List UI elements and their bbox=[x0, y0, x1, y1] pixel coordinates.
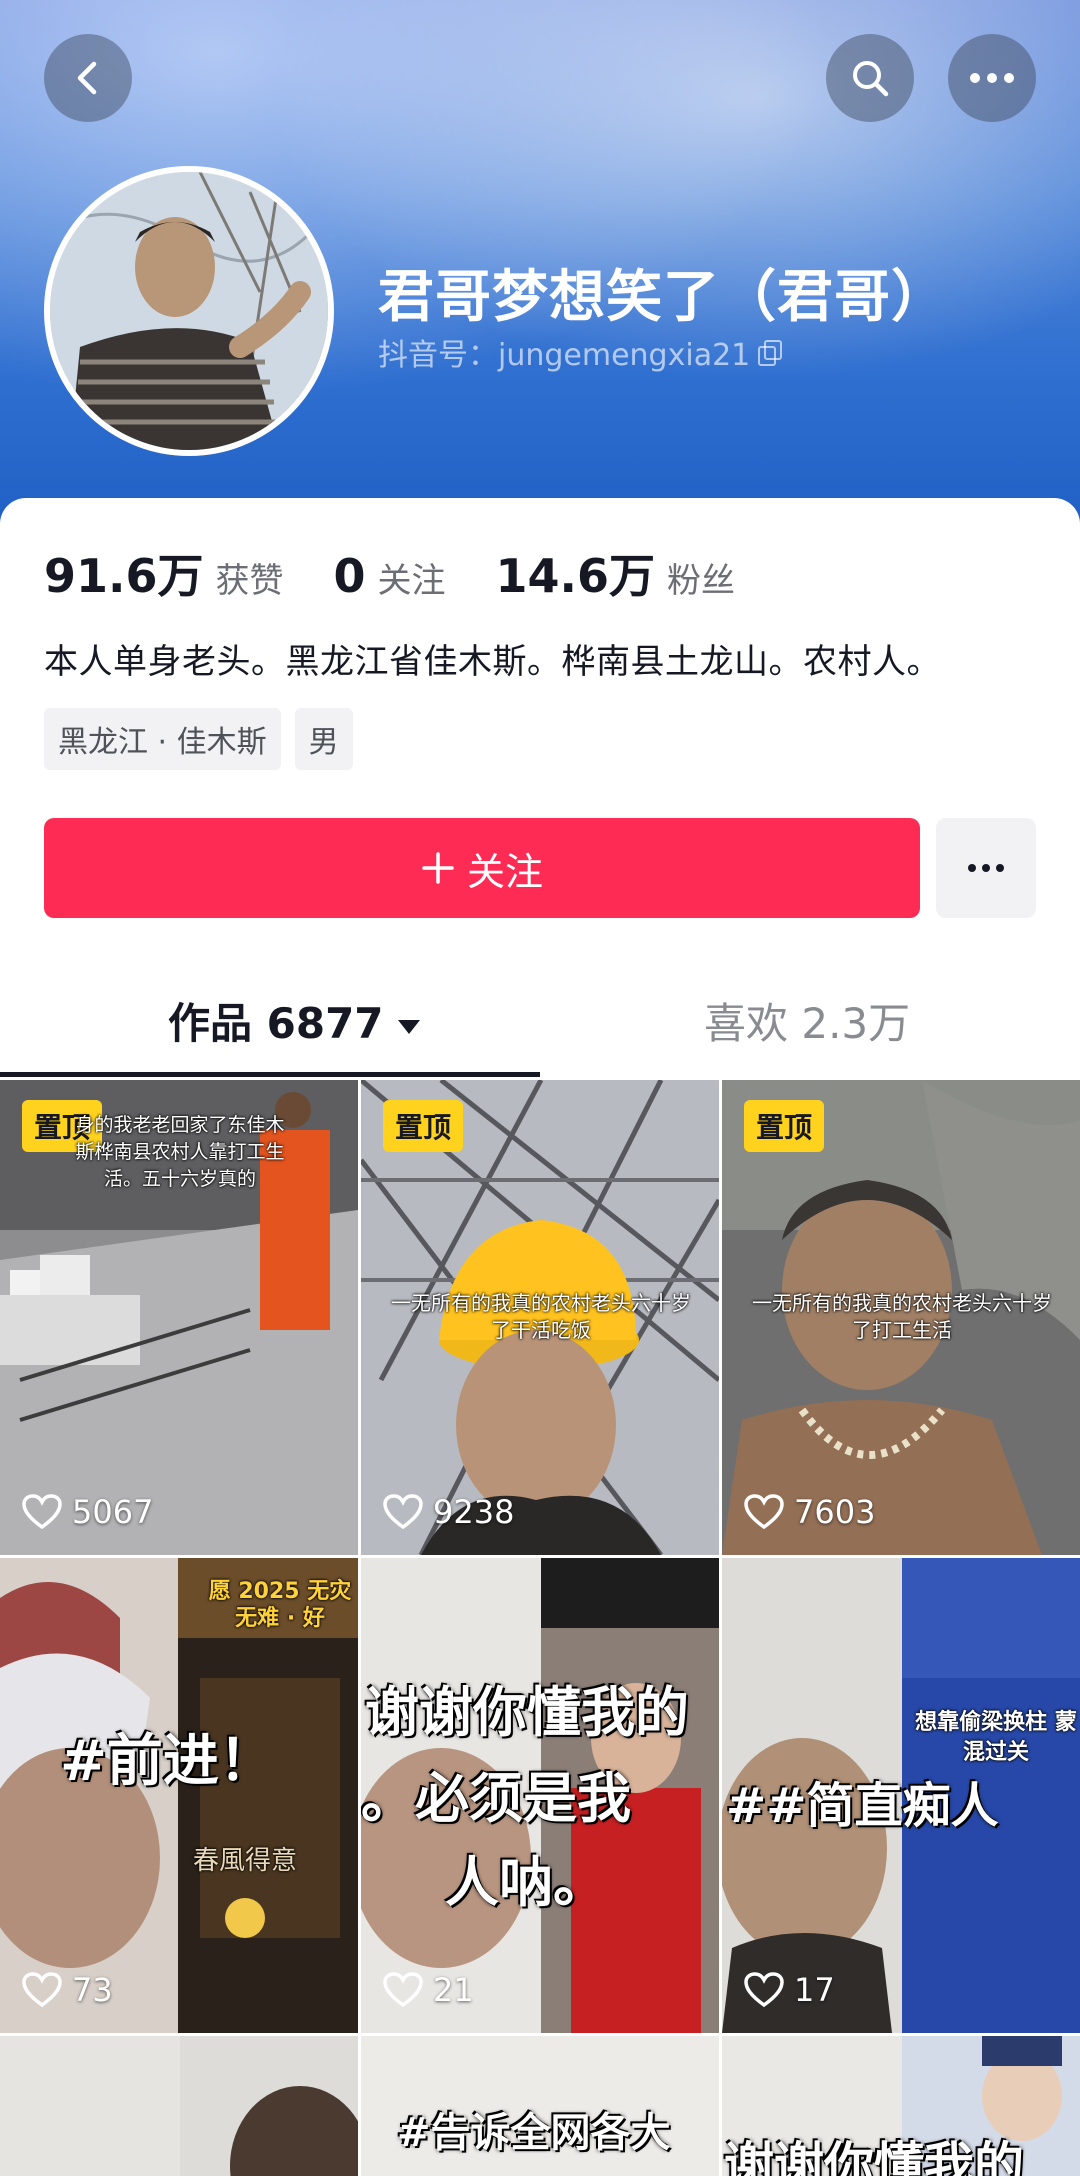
chevron-left-icon bbox=[77, 61, 97, 95]
heart-outline-icon bbox=[383, 1972, 423, 2008]
video-caption: 身的我老老回家了东佳木斯桦南县农村人靠打工生活。五十六岁真的 bbox=[75, 1114, 285, 1190]
video-caption-small: 春風得意 bbox=[192, 1846, 297, 1876]
douyin-id-text: 抖音号：jungemengxia21 bbox=[378, 338, 751, 373]
like-count: 7603 bbox=[744, 1493, 875, 1531]
ellipsis-icon bbox=[968, 864, 1004, 872]
ellipsis-icon bbox=[970, 73, 1014, 83]
stats-row: 91.6万 获赞 0 关注 14.6万 粉丝 bbox=[44, 540, 785, 606]
video-banner-text: 想靠偷梁换柱 蒙混过关 bbox=[915, 1710, 1077, 1765]
video-caption: 谢谢你懂我的 bbox=[365, 1681, 689, 1744]
following-count[interactable]: 0 bbox=[334, 549, 366, 603]
video-tile[interactable] bbox=[0, 2036, 358, 2176]
heart-outline-icon bbox=[383, 1494, 423, 1530]
like-count-value: 21 bbox=[433, 1971, 474, 2009]
like-count: 73 bbox=[22, 1971, 113, 2009]
heart-outline-icon bbox=[22, 1972, 62, 2008]
followers-label: 粉丝 bbox=[667, 561, 736, 601]
video-caption: 一无所有的我真的农村老头六十岁了打工生活 bbox=[752, 1291, 1052, 1342]
more-options-button[interactable] bbox=[948, 34, 1036, 122]
video-caption: #前进！ bbox=[60, 1729, 275, 1794]
avatar[interactable] bbox=[44, 166, 334, 456]
like-count: 21 bbox=[383, 1971, 474, 2009]
video-tile[interactable]: 置顶 一无所有的我真的农村老头六十岁了打工生活 7603 bbox=[722, 1080, 1080, 1555]
back-button[interactable] bbox=[44, 34, 132, 122]
copy-icon[interactable] bbox=[756, 340, 783, 366]
follow-button-label: 关注 bbox=[466, 849, 543, 894]
video-caption: #告诉全网各大 bbox=[397, 2110, 671, 2156]
plus-icon bbox=[422, 852, 454, 884]
following-label: 关注 bbox=[377, 561, 446, 601]
video-tile[interactable]: #告诉全网各大 bbox=[361, 2036, 719, 2176]
like-count-value: 7603 bbox=[794, 1493, 876, 1531]
like-count-value: 17 bbox=[794, 1971, 835, 2009]
heart-outline-icon bbox=[22, 1494, 62, 1530]
profile-header-banner: 君哥梦想笑了（君哥） 抖音号：jungemengxia21 bbox=[0, 0, 1080, 540]
like-count-value: 5067 bbox=[72, 1493, 154, 1531]
video-caption-line3: 人呐。 bbox=[445, 1851, 607, 1914]
video-banner-text: 愿 2025 无灾无难 · 好 bbox=[208, 1579, 352, 1631]
search-button[interactable] bbox=[826, 34, 914, 122]
video-tile[interactable]: 谢谢你懂我的 bbox=[722, 2036, 1080, 2176]
likes-received-count[interactable]: 91.6万 bbox=[44, 540, 204, 606]
content-tabs: 作品 6877 喜欢 2.3万 bbox=[0, 960, 1080, 1078]
tab-active-indicator bbox=[0, 1072, 540, 1077]
caret-down-icon bbox=[397, 1019, 420, 1034]
like-count: 9238 bbox=[383, 1493, 514, 1531]
video-caption: 谢谢你懂我的 bbox=[724, 2137, 1024, 2176]
video-grid: 置顶 身的我老老回家了东佳木斯桦南县农村人靠打工生活。五十六岁真的 5067 置… bbox=[0, 1080, 1080, 2176]
video-caption-line2: 。必须是我 bbox=[361, 1767, 631, 1830]
video-thumbnail bbox=[0, 2036, 358, 2176]
like-count-value: 9238 bbox=[433, 1493, 515, 1531]
video-tile[interactable]: 置顶 身的我老老回家了东佳木斯桦南县农村人靠打工生活。五十六岁真的 5067 bbox=[0, 1080, 358, 1555]
pinned-badge: 置顶 bbox=[744, 1100, 825, 1152]
tab-works-label: 作品 6877 bbox=[168, 999, 384, 1048]
video-tile[interactable]: 谢谢你懂我的 。必须是我 人呐。 21 bbox=[361, 1558, 719, 2033]
avatar-photo bbox=[50, 172, 328, 450]
pinned-badge: 置顶 bbox=[383, 1100, 464, 1152]
like-count: 5067 bbox=[22, 1493, 153, 1531]
profile-tags: 黑龙江 · 佳木斯 男 bbox=[44, 708, 353, 770]
heart-outline-icon bbox=[744, 1972, 784, 2008]
video-caption: 一无所有的我真的农村老头六十岁了干活吃饭 bbox=[391, 1291, 691, 1342]
profile-bio: 本人单身老头。黑龙江省佳木斯。桦南县土龙山。农村人。 bbox=[44, 642, 941, 682]
video-caption: ##简直痴人 bbox=[726, 1778, 999, 1834]
tab-works[interactable]: 作品 6877 bbox=[168, 990, 420, 1051]
profile-name: 君哥梦想笑了（君哥） bbox=[378, 265, 948, 330]
search-icon bbox=[853, 61, 889, 97]
like-count-value: 73 bbox=[72, 1971, 113, 2009]
location-tag: 黑龙江 · 佳木斯 bbox=[44, 708, 281, 770]
heart-outline-icon bbox=[744, 1494, 784, 1530]
gender-tag: 男 bbox=[294, 708, 353, 770]
likes-received-label: 获赞 bbox=[215, 561, 284, 601]
video-tile[interactable]: 想靠偷梁换柱 蒙混过关 ##简直痴人 17 bbox=[722, 1558, 1080, 2033]
followers-count[interactable]: 14.6万 bbox=[496, 540, 656, 606]
tab-likes[interactable]: 喜欢 2.3万 bbox=[704, 990, 910, 1051]
profile-more-button[interactable] bbox=[936, 818, 1036, 918]
follow-button[interactable]: 关注 bbox=[44, 818, 920, 918]
douyin-id[interactable]: 抖音号：jungemengxia21 bbox=[378, 330, 783, 374]
video-tile[interactable]: 置顶 一无所有的我真的农村老头六十岁了干活吃饭 9238 bbox=[361, 1080, 719, 1555]
video-tile[interactable]: 愿 2025 无灾无难 · 好 #前进！ 春風得意 73 bbox=[0, 1558, 358, 2033]
like-count: 17 bbox=[744, 1971, 835, 2009]
